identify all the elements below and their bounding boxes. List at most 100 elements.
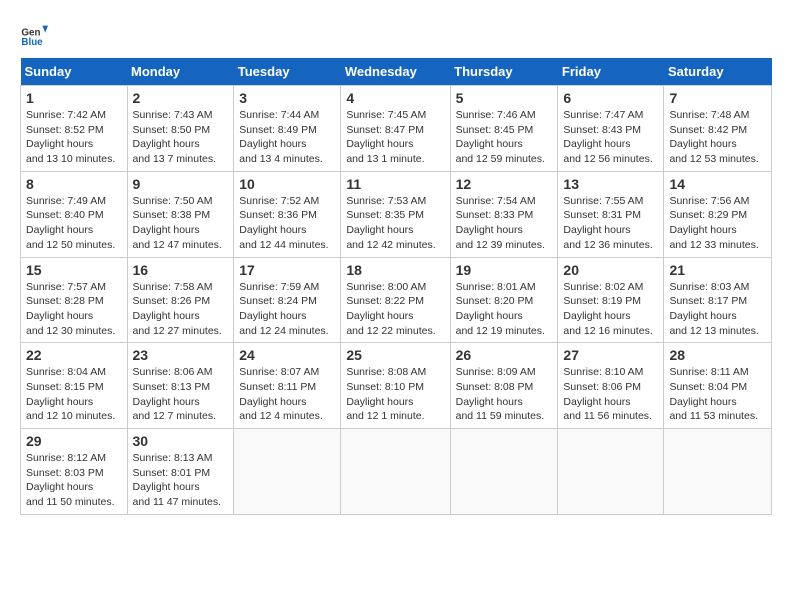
calendar-cell: 29 Sunrise: 8:12 AM Sunset: 8:03 PM Dayl… [21,429,128,515]
day-info: Sunrise: 7:46 AM Sunset: 8:45 PM Dayligh… [456,108,553,167]
calendar-cell: 16 Sunrise: 7:58 AM Sunset: 8:26 PM Dayl… [127,257,234,343]
day-info: Sunrise: 7:59 AM Sunset: 8:24 PM Dayligh… [239,280,335,339]
calendar-cell: 18 Sunrise: 8:00 AM Sunset: 8:22 PM Dayl… [341,257,450,343]
calendar-cell: 11 Sunrise: 7:53 AM Sunset: 8:35 PM Dayl… [341,171,450,257]
day-info: Sunrise: 8:10 AM Sunset: 8:06 PM Dayligh… [563,365,658,424]
calendar-cell: 2 Sunrise: 7:43 AM Sunset: 8:50 PM Dayli… [127,86,234,172]
day-info: Sunrise: 7:47 AM Sunset: 8:43 PM Dayligh… [563,108,658,167]
day-number: 9 [133,176,229,192]
day-number: 4 [346,90,444,106]
day-number: 12 [456,176,553,192]
day-number: 11 [346,176,444,192]
day-number: 22 [26,347,122,363]
day-number: 27 [563,347,658,363]
day-info: Sunrise: 7:49 AM Sunset: 8:40 PM Dayligh… [26,194,122,253]
calendar-cell: 21 Sunrise: 8:03 AM Sunset: 8:17 PM Dayl… [664,257,772,343]
logo-icon: Gen Blue [20,20,48,48]
calendar-cell [341,429,450,515]
calendar-cell: 30 Sunrise: 8:13 AM Sunset: 8:01 PM Dayl… [127,429,234,515]
day-info: Sunrise: 7:58 AM Sunset: 8:26 PM Dayligh… [133,280,229,339]
calendar-cell: 7 Sunrise: 7:48 AM Sunset: 8:42 PM Dayli… [664,86,772,172]
day-number: 14 [669,176,766,192]
calendar-cell: 1 Sunrise: 7:42 AM Sunset: 8:52 PM Dayli… [21,86,128,172]
day-info: Sunrise: 8:03 AM Sunset: 8:17 PM Dayligh… [669,280,766,339]
day-info: Sunrise: 8:07 AM Sunset: 8:11 PM Dayligh… [239,365,335,424]
day-number: 18 [346,262,444,278]
calendar-cell: 15 Sunrise: 7:57 AM Sunset: 8:28 PM Dayl… [21,257,128,343]
calendar-cell: 26 Sunrise: 8:09 AM Sunset: 8:08 PM Dayl… [450,343,558,429]
calendar-cell: 20 Sunrise: 8:02 AM Sunset: 8:19 PM Dayl… [558,257,664,343]
calendar-week-2: 8 Sunrise: 7:49 AM Sunset: 8:40 PM Dayli… [21,171,772,257]
calendar-cell [558,429,664,515]
day-info: Sunrise: 7:54 AM Sunset: 8:33 PM Dayligh… [456,194,553,253]
calendar-cell: 4 Sunrise: 7:45 AM Sunset: 8:47 PM Dayli… [341,86,450,172]
day-number: 29 [26,433,122,449]
page-header: Gen Blue [20,20,772,48]
day-number: 19 [456,262,553,278]
calendar-cell [664,429,772,515]
calendar-cell: 27 Sunrise: 8:10 AM Sunset: 8:06 PM Dayl… [558,343,664,429]
weekday-header-friday: Friday [558,58,664,86]
day-info: Sunrise: 8:01 AM Sunset: 8:20 PM Dayligh… [456,280,553,339]
day-number: 21 [669,262,766,278]
calendar-body: 1 Sunrise: 7:42 AM Sunset: 8:52 PM Dayli… [21,86,772,515]
calendar-cell: 5 Sunrise: 7:46 AM Sunset: 8:45 PM Dayli… [450,86,558,172]
day-info: Sunrise: 8:11 AM Sunset: 8:04 PM Dayligh… [669,365,766,424]
day-number: 2 [133,90,229,106]
day-info: Sunrise: 8:06 AM Sunset: 8:13 PM Dayligh… [133,365,229,424]
day-info: Sunrise: 7:50 AM Sunset: 8:38 PM Dayligh… [133,194,229,253]
calendar-table: SundayMondayTuesdayWednesdayThursdayFrid… [20,58,772,515]
day-info: Sunrise: 7:57 AM Sunset: 8:28 PM Dayligh… [26,280,122,339]
day-info: Sunrise: 8:12 AM Sunset: 8:03 PM Dayligh… [26,451,122,510]
calendar-header: SundayMondayTuesdayWednesdayThursdayFrid… [21,58,772,86]
calendar-cell: 28 Sunrise: 8:11 AM Sunset: 8:04 PM Dayl… [664,343,772,429]
calendar-week-5: 29 Sunrise: 8:12 AM Sunset: 8:03 PM Dayl… [21,429,772,515]
day-number: 10 [239,176,335,192]
day-info: Sunrise: 8:09 AM Sunset: 8:08 PM Dayligh… [456,365,553,424]
calendar-cell: 6 Sunrise: 7:47 AM Sunset: 8:43 PM Dayli… [558,86,664,172]
calendar-cell [234,429,341,515]
calendar-cell: 10 Sunrise: 7:52 AM Sunset: 8:36 PM Dayl… [234,171,341,257]
calendar-cell: 3 Sunrise: 7:44 AM Sunset: 8:49 PM Dayli… [234,86,341,172]
calendar-cell: 25 Sunrise: 8:08 AM Sunset: 8:10 PM Dayl… [341,343,450,429]
calendar-cell: 12 Sunrise: 7:54 AM Sunset: 8:33 PM Dayl… [450,171,558,257]
day-number: 7 [669,90,766,106]
day-info: Sunrise: 7:42 AM Sunset: 8:52 PM Dayligh… [26,108,122,167]
day-info: Sunrise: 8:04 AM Sunset: 8:15 PM Dayligh… [26,365,122,424]
calendar-cell: 13 Sunrise: 7:55 AM Sunset: 8:31 PM Dayl… [558,171,664,257]
day-number: 16 [133,262,229,278]
day-number: 20 [563,262,658,278]
logo: Gen Blue [20,20,52,48]
weekday-header-thursday: Thursday [450,58,558,86]
day-info: Sunrise: 7:53 AM Sunset: 8:35 PM Dayligh… [346,194,444,253]
day-number: 3 [239,90,335,106]
svg-text:Blue: Blue [21,37,43,48]
day-number: 17 [239,262,335,278]
day-number: 23 [133,347,229,363]
calendar-cell: 8 Sunrise: 7:49 AM Sunset: 8:40 PM Dayli… [21,171,128,257]
weekday-header-wednesday: Wednesday [341,58,450,86]
day-info: Sunrise: 8:08 AM Sunset: 8:10 PM Dayligh… [346,365,444,424]
weekday-header-monday: Monday [127,58,234,86]
calendar-week-1: 1 Sunrise: 7:42 AM Sunset: 8:52 PM Dayli… [21,86,772,172]
day-info: Sunrise: 8:02 AM Sunset: 8:19 PM Dayligh… [563,280,658,339]
calendar-cell: 14 Sunrise: 7:56 AM Sunset: 8:29 PM Dayl… [664,171,772,257]
calendar-cell: 22 Sunrise: 8:04 AM Sunset: 8:15 PM Dayl… [21,343,128,429]
day-number: 26 [456,347,553,363]
day-info: Sunrise: 7:48 AM Sunset: 8:42 PM Dayligh… [669,108,766,167]
day-info: Sunrise: 7:56 AM Sunset: 8:29 PM Dayligh… [669,194,766,253]
calendar-week-3: 15 Sunrise: 7:57 AM Sunset: 8:28 PM Dayl… [21,257,772,343]
weekday-header-sunday: Sunday [21,58,128,86]
day-info: Sunrise: 8:13 AM Sunset: 8:01 PM Dayligh… [133,451,229,510]
day-number: 6 [563,90,658,106]
day-number: 15 [26,262,122,278]
calendar-cell: 17 Sunrise: 7:59 AM Sunset: 8:24 PM Dayl… [234,257,341,343]
day-number: 13 [563,176,658,192]
day-info: Sunrise: 7:45 AM Sunset: 8:47 PM Dayligh… [346,108,444,167]
day-info: Sunrise: 7:52 AM Sunset: 8:36 PM Dayligh… [239,194,335,253]
calendar-cell: 9 Sunrise: 7:50 AM Sunset: 8:38 PM Dayli… [127,171,234,257]
day-info: Sunrise: 8:00 AM Sunset: 8:22 PM Dayligh… [346,280,444,339]
calendar-cell: 23 Sunrise: 8:06 AM Sunset: 8:13 PM Dayl… [127,343,234,429]
calendar-cell [450,429,558,515]
calendar-week-4: 22 Sunrise: 8:04 AM Sunset: 8:15 PM Dayl… [21,343,772,429]
